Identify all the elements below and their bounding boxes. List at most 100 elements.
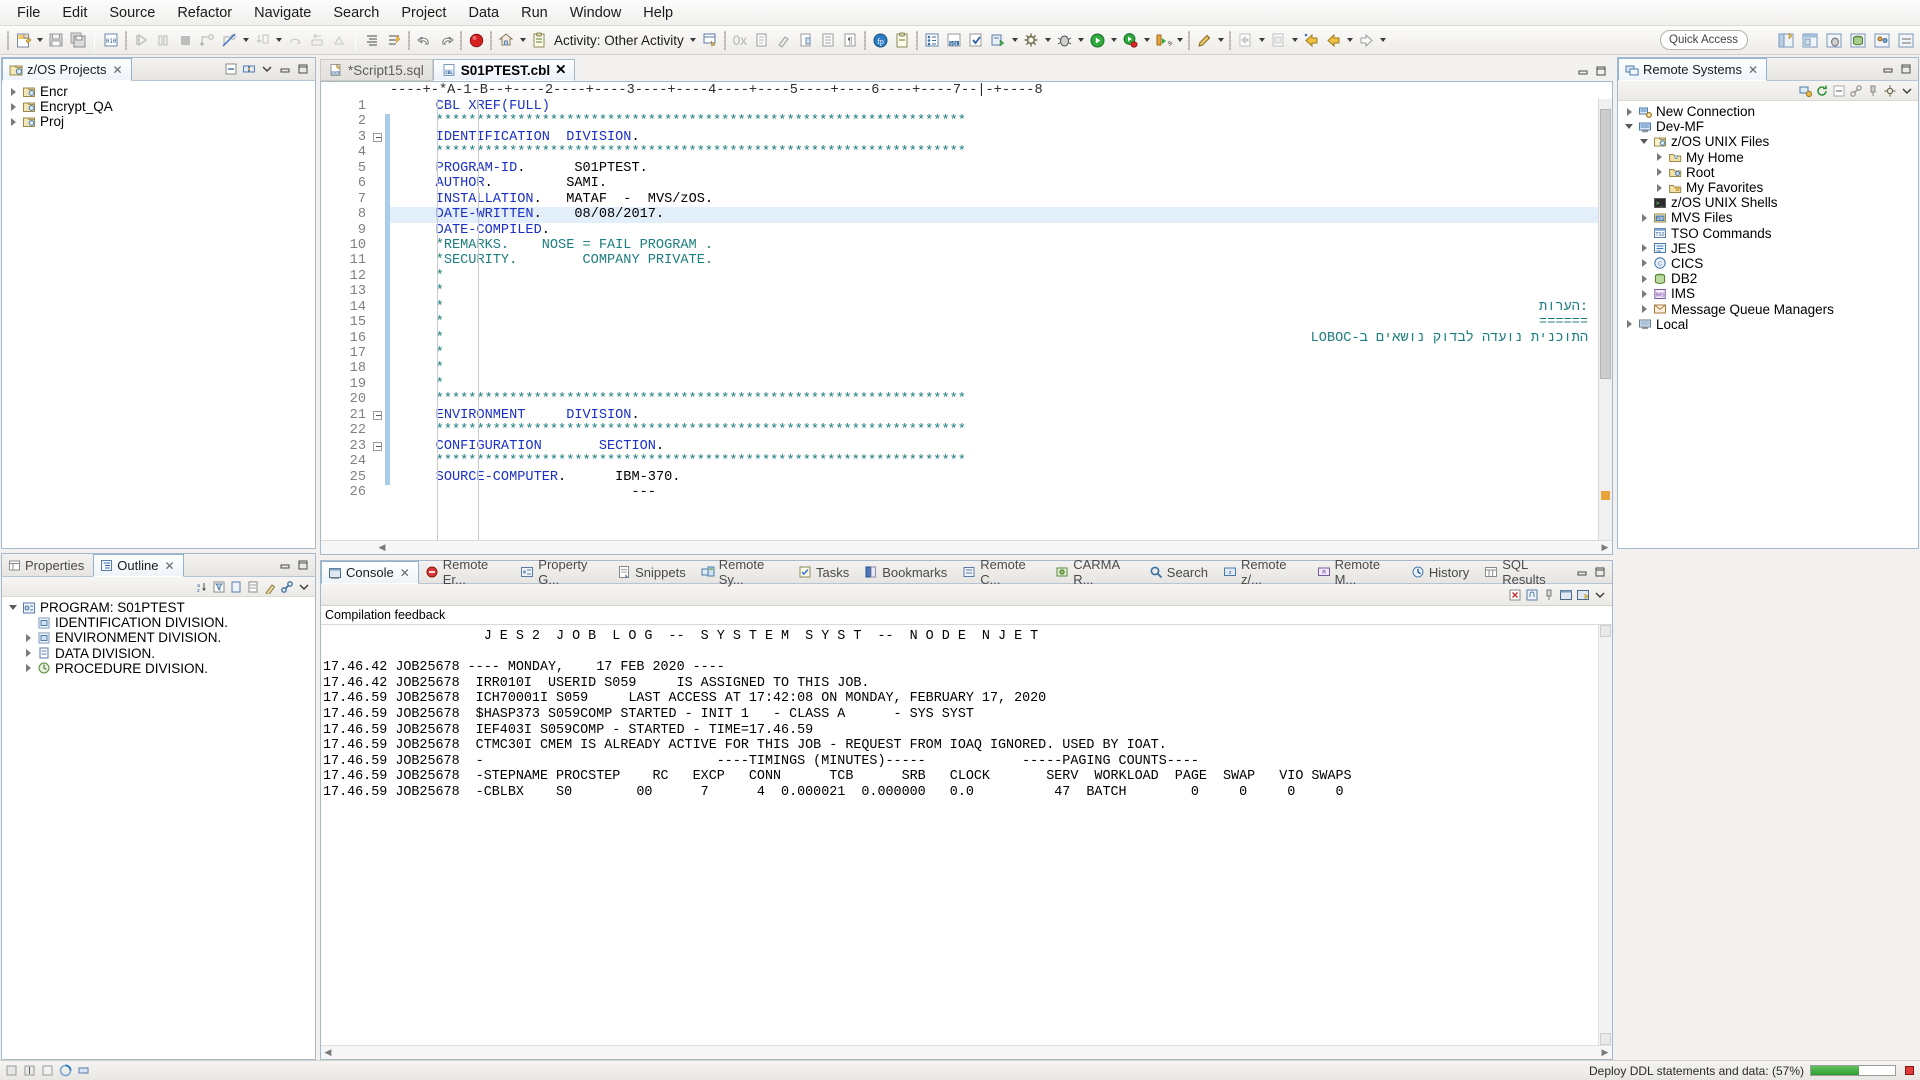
quick-access-input[interactable]: Quick Access (1660, 30, 1748, 50)
zos-projects-tree[interactable]: Encr Encrypt_QA Proj (2, 81, 315, 130)
menu-window[interactable]: Window (559, 2, 633, 24)
chevron-right-icon[interactable] (6, 115, 20, 129)
hide-static-icon[interactable] (245, 579, 261, 595)
source-line[interactable]: ****************************************… (390, 423, 1598, 438)
chevron-right-icon[interactable] (1637, 302, 1651, 316)
tree-item[interactable]: IDENTIFICATION DIVISION. (2, 615, 315, 630)
minimize-icon[interactable] (277, 557, 293, 573)
tree-item[interactable]: >_ z/OS UNIX Shells (1618, 195, 1918, 210)
console-tab[interactable]: Remote Sy... (695, 557, 792, 587)
console-tab[interactable]: Property G... (514, 557, 611, 587)
backward-icon[interactable] (1322, 29, 1344, 51)
tree-item[interactable]: Encrypt_QA (2, 99, 315, 114)
chevron-right-icon[interactable] (1637, 272, 1651, 286)
source-line[interactable]: ****************************************… (390, 114, 1598, 129)
binary-editor-icon[interactable]: 010 (100, 29, 122, 51)
source-line[interactable]: *REMARKS. NOSE = FAIL PROGRAM . (390, 238, 1598, 253)
menu-help[interactable]: Help (632, 2, 684, 24)
back-icon[interactable] (1300, 29, 1322, 51)
console-tab[interactable]: History (1405, 561, 1478, 583)
perspective-debug-icon[interactable] (1822, 29, 1846, 53)
source-line[interactable]: * ====== (390, 315, 1598, 330)
tree-item[interactable]: TSO TSO Commands (1618, 226, 1918, 241)
source-line[interactable]: ****************************************… (390, 392, 1598, 407)
console-tab[interactable]: Remote C... (956, 557, 1049, 587)
scroll-left-icon[interactable]: ◀ (321, 1047, 335, 1058)
chevron-right-icon[interactable] (21, 661, 35, 675)
source-line[interactable]: * (390, 361, 1598, 376)
menu-file[interactable]: File (6, 2, 51, 24)
source-line[interactable]: CONFIGURATION SECTION. (390, 439, 1598, 454)
maximize-icon[interactable] (295, 557, 311, 573)
console-tab[interactable]: Snippets (611, 561, 695, 583)
run-dropdown-arrow[interactable] (1108, 29, 1119, 51)
tree-item[interactable]: New Connection (1618, 104, 1918, 119)
progress-icon[interactable] (58, 1064, 72, 1078)
pin-icon[interactable] (1541, 587, 1557, 603)
disconnect-icon[interactable] (218, 29, 240, 51)
chevron-right-icon[interactable] (1622, 317, 1636, 331)
toolbar-drag-handle-9[interactable] (1188, 30, 1191, 50)
gear-icon[interactable] (1020, 29, 1042, 51)
chevron-down-icon[interactable] (1622, 120, 1636, 134)
editor-fold-gutter[interactable] (371, 99, 385, 540)
source-line[interactable]: INSTALLATION. MATAF - MVS/zOS. (390, 192, 1598, 207)
chevron-right-icon[interactable] (1652, 165, 1666, 179)
record-icon[interactable] (465, 29, 487, 51)
chevron-right-icon[interactable] (6, 100, 20, 114)
drop-to-frame-icon[interactable] (328, 29, 350, 51)
source-line[interactable]: ****************************************… (390, 454, 1598, 469)
format-icon[interactable] (383, 29, 405, 51)
debug-bug-icon[interactable] (1053, 29, 1075, 51)
chevron-right-icon[interactable] (1637, 241, 1651, 255)
console-tab[interactable]: Console ✕ (321, 561, 419, 584)
stop-icon[interactable] (174, 29, 196, 51)
pencil-icon[interactable] (1193, 29, 1215, 51)
toolbar-drag-handle-10[interactable] (1229, 30, 1232, 50)
console-tab[interactable]: Bookmarks (858, 561, 956, 583)
thread-icon[interactable] (76, 1064, 90, 1078)
step-icon[interactable] (196, 29, 218, 51)
console-tab[interactable]: CARMA R... (1049, 557, 1143, 587)
chevron-down-icon[interactable] (6, 601, 20, 615)
source-line[interactable]: DATE-COMPILED. (390, 223, 1598, 238)
tree-item[interactable]: PROGRAM: S01PTEST (2, 600, 315, 615)
tree-item[interactable]: Local (1618, 317, 1918, 332)
list-icon[interactable] (817, 29, 839, 51)
scroll-up-icon[interactable] (1600, 625, 1611, 637)
collapse-all-icon[interactable] (1831, 83, 1847, 99)
view-menu-icon[interactable] (1899, 83, 1915, 99)
activity-icon[interactable] (528, 29, 550, 51)
paragraph-icon[interactable]: ¶ (839, 29, 861, 51)
cancel-progress-icon[interactable] (1902, 1064, 1916, 1078)
tree-item[interactable]: ENVIRONMENT DIVISION. (2, 630, 315, 645)
perspective-data-icon[interactable] (1846, 29, 1870, 53)
source-line[interactable]: * (390, 284, 1598, 299)
view-menu-icon[interactable] (296, 579, 312, 595)
source-line[interactable]: * (390, 269, 1598, 284)
scroll-right-icon[interactable]: ▶ (1598, 1047, 1612, 1058)
zos-projects-body[interactable]: Encr Encrypt_QA Proj (2, 81, 315, 548)
redo-icon[interactable] (435, 29, 457, 51)
properties-list-icon[interactable] (921, 29, 943, 51)
minimize-icon[interactable] (1575, 63, 1591, 79)
menu-source[interactable]: Source (98, 2, 166, 24)
source-line[interactable]: ENVIRONMENT DIVISION. (390, 408, 1598, 423)
link-icon[interactable] (1848, 83, 1864, 99)
tree-item[interactable]: My Favorites (1618, 180, 1918, 195)
console-tab[interactable]: Tasks (792, 561, 858, 583)
close-icon[interactable]: ✕ (164, 559, 174, 573)
menu-project[interactable]: Project (390, 2, 457, 24)
source-line[interactable]: IDENTIFICATION DIVISION. (390, 130, 1598, 145)
source-line[interactable]: PROGRAM-ID. S01PTEST. (390, 161, 1598, 176)
new-window-icon[interactable] (1234, 29, 1256, 51)
pencil-dropdown-arrow[interactable] (1215, 29, 1226, 51)
preferences-icon[interactable] (1882, 83, 1898, 99)
chevron-right-icon[interactable] (6, 85, 20, 99)
maximize-icon[interactable] (1898, 61, 1914, 77)
new-file-icon[interactable] (12, 29, 34, 51)
view-menu-icon[interactable] (259, 61, 275, 77)
sort-icon[interactable]: az (194, 579, 210, 595)
toolbar-drag-handle-4[interactable] (460, 30, 462, 50)
toolbar-drag-handle-6[interactable] (723, 30, 726, 50)
